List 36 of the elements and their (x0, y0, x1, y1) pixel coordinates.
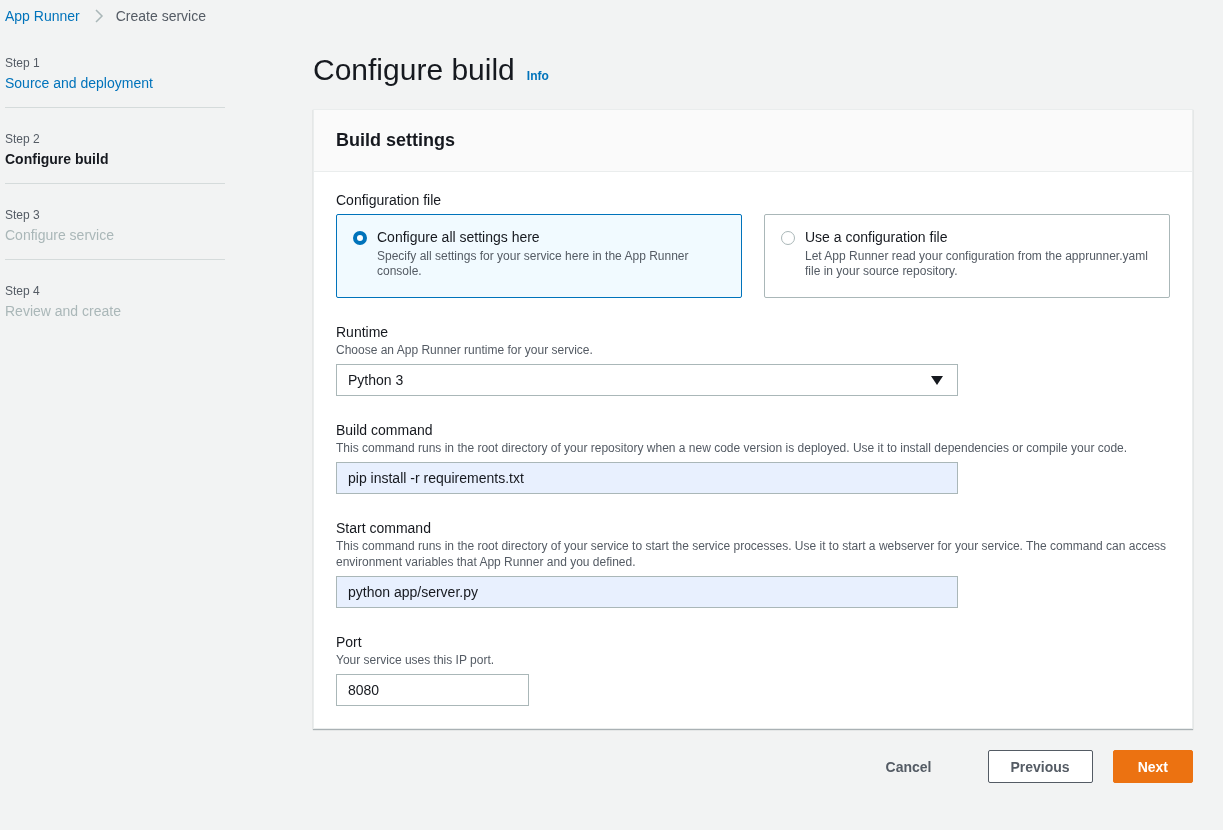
field-label: Build command (336, 422, 434, 438)
step-number: Step 2 (5, 132, 41, 146)
input-field[interactable]: python app/server.py (336, 576, 958, 608)
step-number: Step 4 (5, 284, 41, 298)
radio-tile[interactable]: Use a configuration file Let App Runner read your configuration from the apprunner.yaml file in your source repository. (764, 214, 1170, 298)
breadcrumb-link[interactable]: App Runner (5, 8, 80, 24)
input-field[interactable]: 8080 (336, 674, 529, 706)
radio-tile[interactable]: Configure all settings here Specify all settings for your service here in the App Runner console. (336, 214, 742, 298)
radio-button[interactable] (781, 231, 795, 245)
field-label: Start command (336, 520, 432, 536)
field-description: This command runs in the root directory of your service to start the service processes. Use it to start a webserver for your service. The command can access environment variables that App Runner and you defined. (336, 538, 1168, 570)
option-description: Specify all settings for your service here in the App Runner console. (377, 249, 690, 279)
field-label: Port (336, 634, 363, 650)
previous-button[interactable]: Previous (987, 750, 1093, 783)
breadcrumb-current: Create service (115, 8, 206, 24)
chevron-right-icon (93, 8, 104, 24)
option-description: Let App Runner read your configuration from the apprunner.yaml file in your source repository. (805, 249, 1149, 279)
step-number: Step 3 (5, 208, 41, 222)
option-title: Configure all settings here (377, 229, 541, 245)
step-number: Step 1 (5, 56, 41, 70)
field-label: Configuration file (336, 192, 443, 208)
step-link[interactable]: Source and deployment (5, 75, 225, 91)
runtime-dropdown[interactable]: Python 3 (336, 364, 958, 396)
info-link[interactable]: Info (526, 69, 549, 83)
field-description: Your service uses this IP port. (336, 652, 496, 668)
caret-down-icon (931, 375, 943, 385)
step-link[interactable]: Configure build (5, 151, 225, 167)
panel-title: Build settings (336, 130, 456, 151)
cancel-button[interactable]: Cancel (863, 750, 954, 783)
input-field[interactable]: pip install -r requirements.txt (336, 462, 958, 494)
radio-button[interactable] (353, 231, 367, 245)
option-title: Use a configuration file (805, 229, 949, 245)
field-description: This command runs in the root directory of your repository when a new code version is deployed. Use it to install dependencies or compile your code. (336, 440, 1129, 456)
page-title: Configure build (313, 53, 515, 87)
field-label: Runtime (336, 324, 390, 340)
field-description: Choose an App Runner runtime for your service. (336, 342, 594, 358)
